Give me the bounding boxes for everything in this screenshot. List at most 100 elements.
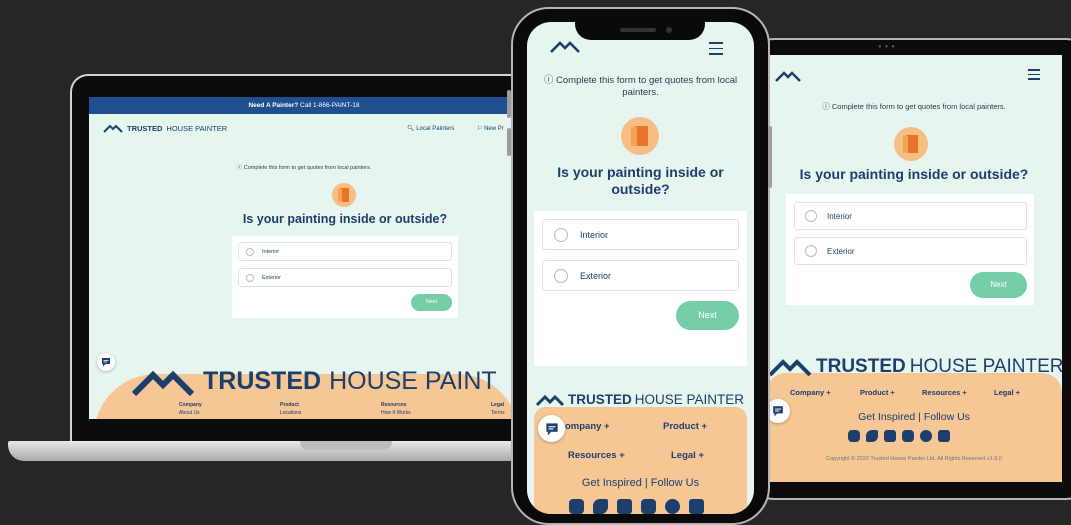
- question-heading: Is your painting inside or outside?: [242, 212, 448, 226]
- radio-interior[interactable]: [554, 227, 568, 242]
- form-card: Interior Exterior Next: [232, 236, 458, 318]
- radio-exterior[interactable]: [246, 273, 254, 282]
- roof-icon[interactable]: [549, 38, 581, 54]
- footer-menu-legal[interactable]: Legal +: [994, 388, 1020, 397]
- footer-logo[interactable]: TRUSTED HOUSE PAINTER: [768, 356, 1062, 378]
- twitter-icon[interactable]: [866, 430, 878, 442]
- roof-icon: [768, 359, 812, 377]
- next-button[interactable]: Next: [411, 294, 452, 311]
- nav-new-pro-label: New Pr: [484, 126, 504, 132]
- radio-interior[interactable]: [246, 247, 254, 256]
- social-links: [569, 499, 704, 514]
- phone-side-button: [768, 126, 772, 188]
- footer-col-heading: Resources: [381, 402, 407, 408]
- footer-menu-product[interactable]: Product +: [663, 421, 707, 432]
- follow-us-text: Get Inspired | Follow Us: [858, 411, 970, 423]
- footer-menu-resources[interactable]: Resources +: [922, 388, 967, 397]
- info-icon: ⓘ: [236, 165, 243, 171]
- footer-logo-bold: TRUSTED: [568, 392, 632, 407]
- facebook-icon[interactable]: [617, 499, 632, 514]
- footer-link[interactable]: Terms: [491, 409, 505, 417]
- roof-icon: [535, 394, 565, 406]
- footer-menu-product[interactable]: Product +: [860, 388, 895, 397]
- hamburger-menu-icon[interactable]: [1028, 69, 1040, 83]
- promo-text: Need A Painter?: [248, 102, 299, 109]
- nav-new-pro[interactable]: ⚐ New Pr: [477, 125, 504, 132]
- phone-volume-up: [507, 90, 511, 118]
- promo-topbar[interactable]: Need A Painter? Call 1-866-PAINT-18: [89, 97, 519, 114]
- youtube-icon[interactable]: [641, 499, 656, 514]
- instagram-icon[interactable]: [569, 499, 584, 514]
- twitter-icon[interactable]: [593, 499, 608, 514]
- roof-icon: [103, 124, 123, 133]
- form-card: Interior Exterior Next: [534, 211, 747, 366]
- nav-local-painters[interactable]: 🔍︎ Local Painters: [407, 125, 454, 132]
- footer-menu-resources[interactable]: Resources +: [568, 450, 625, 461]
- option-exterior[interactable]: Exterior: [794, 237, 1027, 265]
- footer-link[interactable]: How It Works: [381, 409, 411, 417]
- radio-exterior[interactable]: [805, 245, 817, 257]
- option-interior[interactable]: Interior: [794, 202, 1027, 230]
- option-exterior[interactable]: Exterior: [542, 260, 739, 291]
- facebook-icon[interactable]: [884, 430, 896, 442]
- option-interior-label: Interior: [580, 229, 609, 240]
- phone-camera: [666, 27, 672, 33]
- form-info-text: Complete this form to get quotes from lo…: [243, 165, 372, 171]
- footer-logo[interactable]: TRUSTED HOUSE PAINT: [131, 367, 497, 396]
- footer-col-legal: Legal Terms: [491, 401, 505, 417]
- signpost-icon: ⚐: [477, 126, 483, 132]
- hamburger-menu-icon[interactable]: [709, 42, 723, 59]
- nav-local-painters-label: Local Painters: [416, 126, 455, 132]
- footer-col-heading: Company: [179, 402, 202, 408]
- phone-notch: [575, 12, 705, 40]
- follow-us-text: Get Inspired | Follow Us: [581, 477, 700, 489]
- question-heading: Is your painting inside or outside?: [799, 166, 1029, 182]
- option-interior-label: Interior: [262, 248, 280, 255]
- chat-icon: [102, 358, 110, 367]
- youtube-icon[interactable]: [902, 430, 914, 442]
- footer-col-heading: Product: [280, 402, 299, 408]
- footer-menu-company[interactable]: ompany +: [565, 421, 610, 432]
- footer-menu-company[interactable]: Company +: [790, 388, 831, 397]
- footer-logo-bold: TRUSTED: [203, 367, 322, 395]
- option-interior[interactable]: Interior: [542, 219, 739, 250]
- form-info-text: Complete this form to get quotes from lo…: [831, 102, 1006, 111]
- pinterest-icon[interactable]: [665, 499, 680, 514]
- question-heading: Is your painting inside or outside?: [557, 164, 724, 197]
- copyright: Copyright © 2022 Trusted House Painter L…: [826, 456, 1002, 462]
- footer-logo-bold: TRUSTED: [816, 356, 906, 377]
- promo-phone[interactable]: Call 1-866-PAINT-18: [298, 102, 360, 109]
- linkedin-icon[interactable]: [689, 499, 704, 514]
- instagram-icon[interactable]: [848, 430, 860, 442]
- footer-link[interactable]: About Us: [179, 409, 202, 417]
- chat-button[interactable]: [538, 415, 565, 442]
- footer-col-company: Company About Us: [179, 401, 202, 417]
- search-icon: 🔍︎: [407, 126, 415, 132]
- social-links: [848, 430, 950, 442]
- laptop-base: [8, 441, 568, 461]
- footer-col-resources: Resources How It Works: [381, 401, 411, 417]
- logo-light: HOUSE PAINTER: [166, 124, 228, 133]
- tablet-screen: ⓘ Complete this form to get quotes from …: [766, 55, 1062, 482]
- roof-icon[interactable]: [774, 69, 802, 83]
- phone-volume-down: [507, 128, 511, 156]
- pinterest-icon[interactable]: [920, 430, 932, 442]
- radio-exterior[interactable]: [554, 268, 568, 283]
- footer-link[interactable]: Locations: [280, 409, 301, 417]
- linkedin-icon[interactable]: [938, 430, 950, 442]
- footer-menu-legal[interactable]: Legal +: [671, 450, 704, 461]
- next-button[interactable]: Next: [970, 272, 1027, 298]
- chat-button[interactable]: [97, 353, 115, 371]
- option-exterior-label: Exterior: [827, 246, 855, 256]
- logo[interactable]: TRUSTED HOUSE PAINTER: [103, 124, 227, 133]
- option-exterior[interactable]: Exterior: [238, 268, 452, 287]
- chat-icon: [773, 406, 783, 417]
- radio-interior[interactable]: [805, 210, 817, 222]
- option-interior-label: Interior: [827, 211, 852, 221]
- site-header: TRUSTED HOUSE PAINTER 🔍︎ Local Painters …: [89, 114, 519, 144]
- option-interior[interactable]: Interior: [238, 242, 452, 261]
- footer-logo[interactable]: TRUSTED HOUSE PAINTER: [535, 392, 744, 407]
- info-icon: ⓘ: [822, 102, 830, 111]
- next-button[interactable]: Next: [676, 301, 739, 330]
- option-exterior-label: Exterior: [262, 274, 281, 281]
